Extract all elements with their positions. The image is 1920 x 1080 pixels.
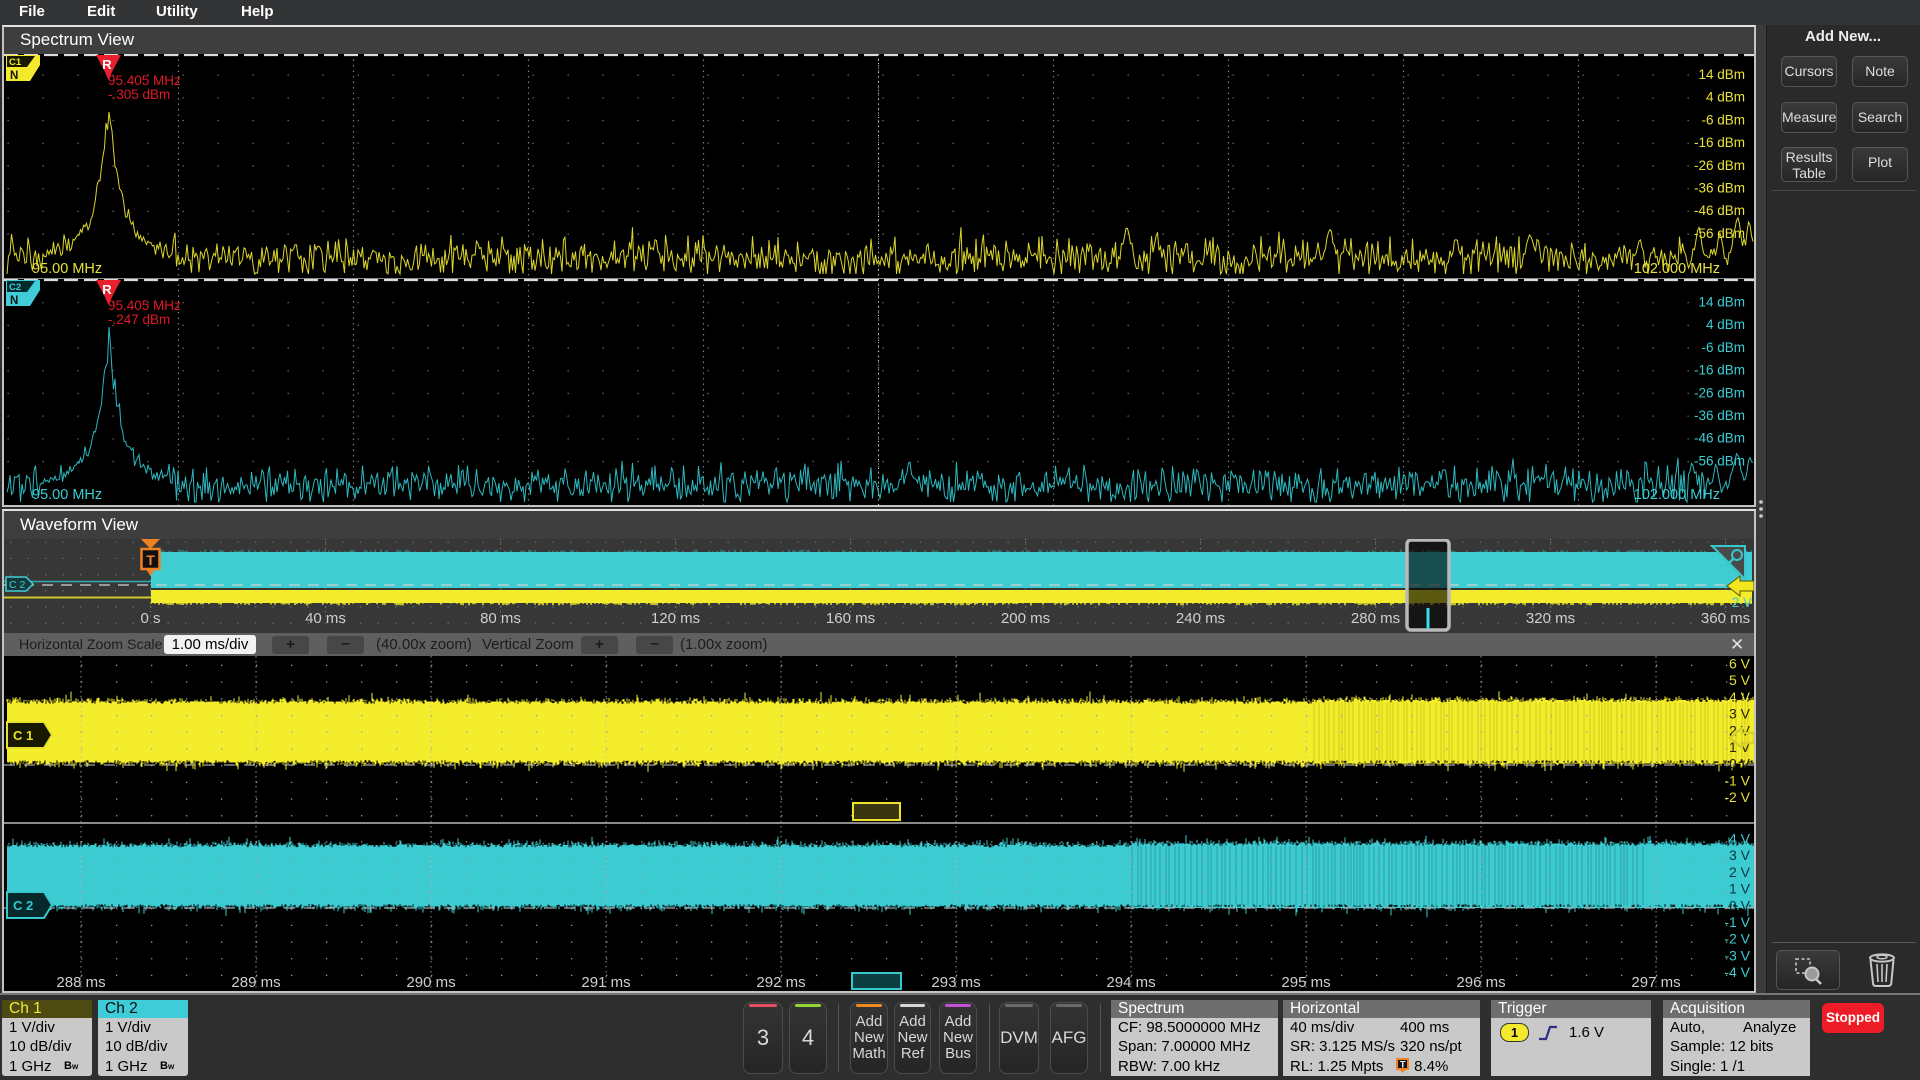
- svg-text:-6 dBm: -6 dBm: [1701, 112, 1745, 127]
- svg-text:120 ms: 120 ms: [651, 610, 700, 627]
- svg-text:-56 dBm: -56 dBm: [1694, 453, 1745, 468]
- svg-text:C2: C2: [9, 282, 21, 293]
- svg-text:-16 dBm: -16 dBm: [1694, 363, 1745, 378]
- svg-text:4 V: 4 V: [1729, 689, 1751, 705]
- svg-text:N: N: [10, 295, 18, 307]
- svg-text:102.000 MHz: 102.000 MHz: [1634, 261, 1720, 277]
- svg-text:-16 dBm: -16 dBm: [1694, 135, 1745, 150]
- svg-text:4 V: 4 V: [1729, 831, 1751, 847]
- svg-text:0 V: 0 V: [1729, 756, 1751, 772]
- svg-text:-.305 dBm: -.305 dBm: [108, 87, 170, 102]
- svg-text:295 ms: 295 ms: [1281, 974, 1330, 991]
- svg-text:200 ms: 200 ms: [1001, 610, 1050, 627]
- svg-text:-2 V: -2 V: [1724, 789, 1750, 805]
- svg-text:0 V: 0 V: [1729, 897, 1751, 913]
- svg-text:-1 V: -1 V: [1724, 914, 1750, 930]
- svg-text:-26 dBm: -26 dBm: [1694, 385, 1745, 400]
- svg-text:289 ms: 289 ms: [231, 974, 280, 991]
- svg-text:-46 dBm: -46 dBm: [1694, 431, 1745, 446]
- svg-text:40 ms: 40 ms: [305, 610, 346, 627]
- svg-text:0 s: 0 s: [140, 610, 160, 627]
- svg-text:320 ms: 320 ms: [1526, 610, 1575, 627]
- svg-text:296 ms: 296 ms: [1456, 974, 1505, 991]
- svg-text:R: R: [102, 282, 112, 297]
- svg-text:240 ms: 240 ms: [1176, 610, 1225, 627]
- svg-text:-46 dBm: -46 dBm: [1694, 203, 1745, 218]
- svg-text:-36 dBm: -36 dBm: [1694, 181, 1745, 196]
- svg-text:N: N: [10, 70, 18, 82]
- svg-text:293 ms: 293 ms: [931, 974, 980, 991]
- svg-text:T: T: [1400, 1059, 1406, 1069]
- svg-text:C 1: C 1: [13, 728, 33, 743]
- svg-text:290 ms: 290 ms: [406, 974, 455, 991]
- svg-text:95.00 MHz: 95.00 MHz: [32, 261, 102, 277]
- svg-text:95.00 MHz: 95.00 MHz: [32, 487, 102, 503]
- svg-text:T: T: [146, 552, 155, 568]
- svg-text:-56 dBm: -56 dBm: [1694, 226, 1745, 241]
- svg-text:C1: C1: [9, 57, 22, 68]
- svg-text:14 dBm: 14 dBm: [1698, 67, 1745, 82]
- svg-text:-3 V: -3 V: [1724, 947, 1750, 963]
- svg-text:3 V: 3 V: [1729, 847, 1751, 863]
- svg-text:360 ms: 360 ms: [1701, 610, 1750, 627]
- svg-text:3 V: 3 V: [1729, 706, 1751, 722]
- svg-text:-6 dBm: -6 dBm: [1701, 340, 1745, 355]
- svg-text:95.405 MHz: 95.405 MHz: [108, 298, 181, 313]
- svg-text:-2 V: -2 V: [1724, 931, 1750, 947]
- svg-text:2 V: 2 V: [1732, 595, 1752, 610]
- svg-text:80 ms: 80 ms: [480, 610, 521, 627]
- svg-text:102.000 MHz: 102.000 MHz: [1634, 487, 1720, 503]
- svg-text:4 dBm: 4 dBm: [1706, 90, 1745, 105]
- svg-text:R: R: [102, 57, 112, 72]
- svg-text:6 V: 6 V: [1729, 656, 1751, 672]
- svg-text:294 ms: 294 ms: [1106, 974, 1155, 991]
- svg-text:5 V: 5 V: [1729, 672, 1751, 688]
- svg-text:297 ms: 297 ms: [1631, 974, 1680, 991]
- svg-text:-.247 dBm: -.247 dBm: [108, 312, 170, 327]
- svg-text:2 V: 2 V: [1729, 864, 1751, 880]
- svg-text:160 ms: 160 ms: [826, 610, 875, 627]
- svg-text:14 dBm: 14 dBm: [1698, 295, 1745, 310]
- svg-text:292 ms: 292 ms: [756, 974, 805, 991]
- svg-text:C 2: C 2: [13, 898, 33, 913]
- svg-text:4 dBm: 4 dBm: [1706, 317, 1745, 332]
- svg-text:280 ms: 280 ms: [1351, 610, 1400, 627]
- svg-text:291 ms: 291 ms: [581, 974, 630, 991]
- svg-text:-4 V: -4 V: [1724, 964, 1750, 980]
- svg-text:-36 dBm: -36 dBm: [1694, 408, 1745, 423]
- svg-text:-26 dBm: -26 dBm: [1694, 158, 1745, 173]
- svg-text:-1 V: -1 V: [1724, 772, 1750, 788]
- svg-text:C 2: C 2: [9, 579, 26, 591]
- svg-text:288 ms: 288 ms: [56, 974, 105, 991]
- svg-text:95.405 MHz: 95.405 MHz: [108, 73, 181, 88]
- svg-text:1 V: 1 V: [1729, 881, 1751, 897]
